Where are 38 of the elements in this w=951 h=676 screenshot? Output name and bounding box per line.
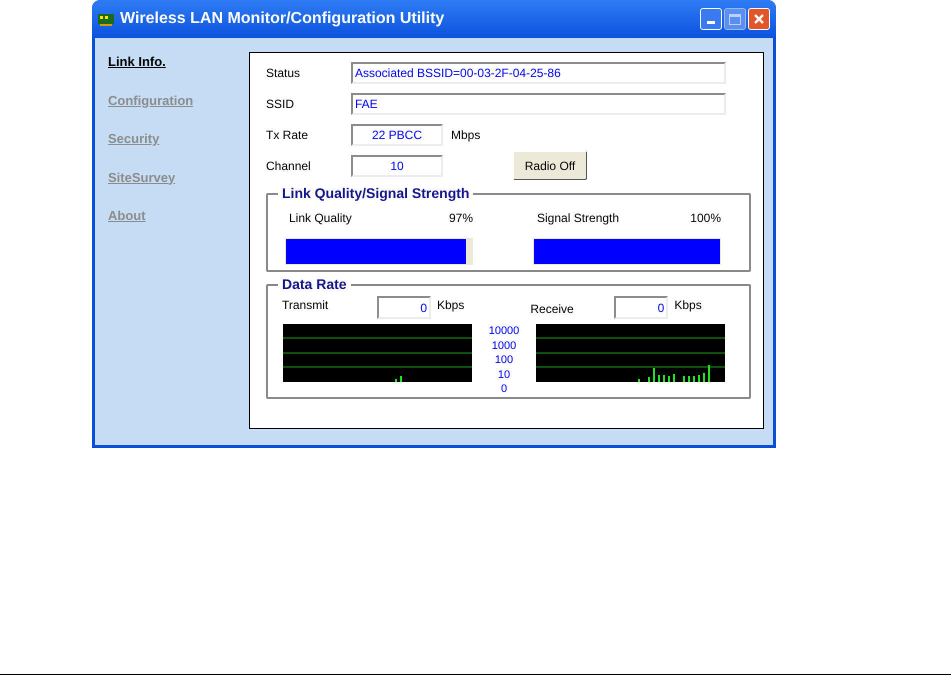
minimize-icon (707, 21, 715, 24)
nav-link[interactable]: Configuration (108, 90, 194, 110)
rate-label: Receive (530, 301, 575, 318)
scale-label: 10000 (488, 324, 520, 338)
field-label: Tx Rate (266, 126, 310, 144)
channel-field: 10 (351, 154, 443, 176)
nav-link[interactable]: About (108, 206, 146, 226)
rate-field: 0 (377, 296, 431, 319)
unit-label: Kbps (674, 297, 702, 314)
unit-label: Kbps (437, 297, 464, 314)
close-button[interactable] (748, 8, 770, 30)
scale-label: 0 (500, 382, 508, 396)
rate-label: Transmit (282, 297, 330, 314)
network-card-icon (98, 12, 114, 26)
scale-label: 1000 (492, 338, 516, 353)
tx-rate-field: 22 PBCC (351, 124, 443, 146)
meter-reading: 97% (448, 210, 473, 227)
field-label: Status (266, 65, 302, 82)
nav-link[interactable]: Link Info. (108, 52, 166, 72)
maximize-icon (729, 14, 741, 24)
field-label: SSID (266, 96, 296, 113)
meter-label: Link Quality (289, 210, 352, 227)
field-label: Channel (266, 158, 312, 174)
nav-link[interactable]: Security (108, 129, 160, 148)
window-title: Wireless LAN Monitor/Configuration Utility (120, 9, 446, 29)
rate-field: 0 (614, 296, 668, 319)
radio-off-button[interactable]: Radio Off (513, 151, 587, 180)
meter-label: Signal Strength (537, 210, 620, 227)
scale-label: 100 (494, 353, 514, 368)
unit-label: Mbps (451, 126, 480, 144)
status-field: Associated BSSID=00-03-2F-04-25-86 (351, 62, 726, 84)
minimize-button[interactable] (700, 8, 722, 30)
ssid-field: FAE (351, 93, 726, 115)
scale-label: 10 (498, 368, 510, 382)
nav-link[interactable]: SiteSurvey (108, 168, 176, 187)
meter-reading: 100% (690, 210, 721, 227)
maximize-button[interactable] (724, 8, 746, 30)
close-icon (753, 13, 765, 25)
